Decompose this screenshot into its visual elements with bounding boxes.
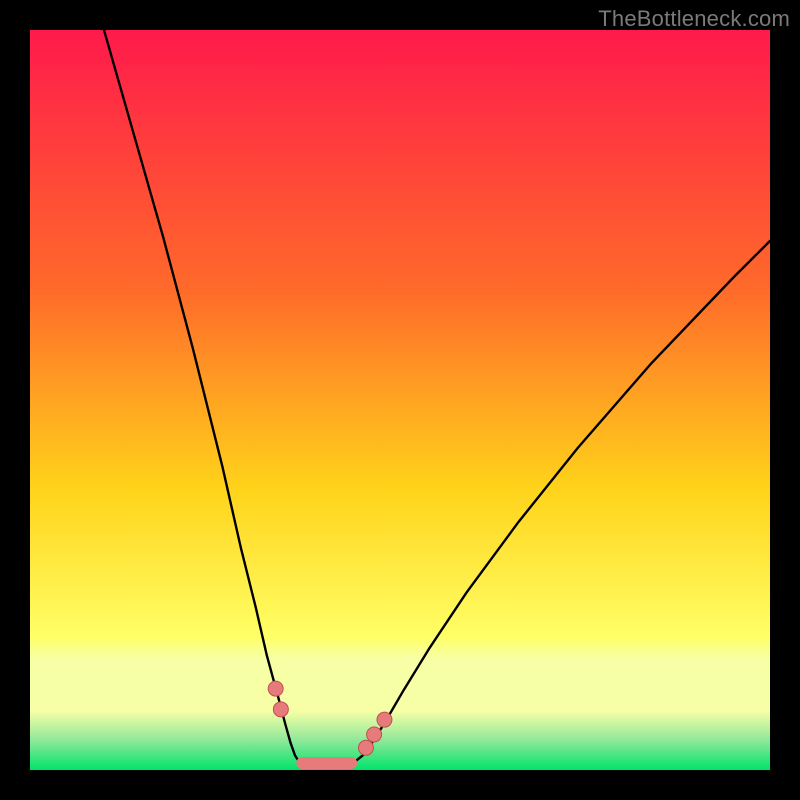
- marker-right-1: [367, 727, 382, 742]
- watermark-text: TheBottleneck.com: [598, 6, 790, 32]
- chart-svg: [30, 30, 770, 770]
- marker-right-2: [377, 712, 392, 727]
- marker-left-1: [273, 702, 288, 717]
- marker-left-0: [268, 681, 283, 696]
- chart-frame: TheBottleneck.com: [0, 0, 800, 800]
- plot-area: [30, 30, 770, 770]
- marker-right-0: [358, 740, 373, 755]
